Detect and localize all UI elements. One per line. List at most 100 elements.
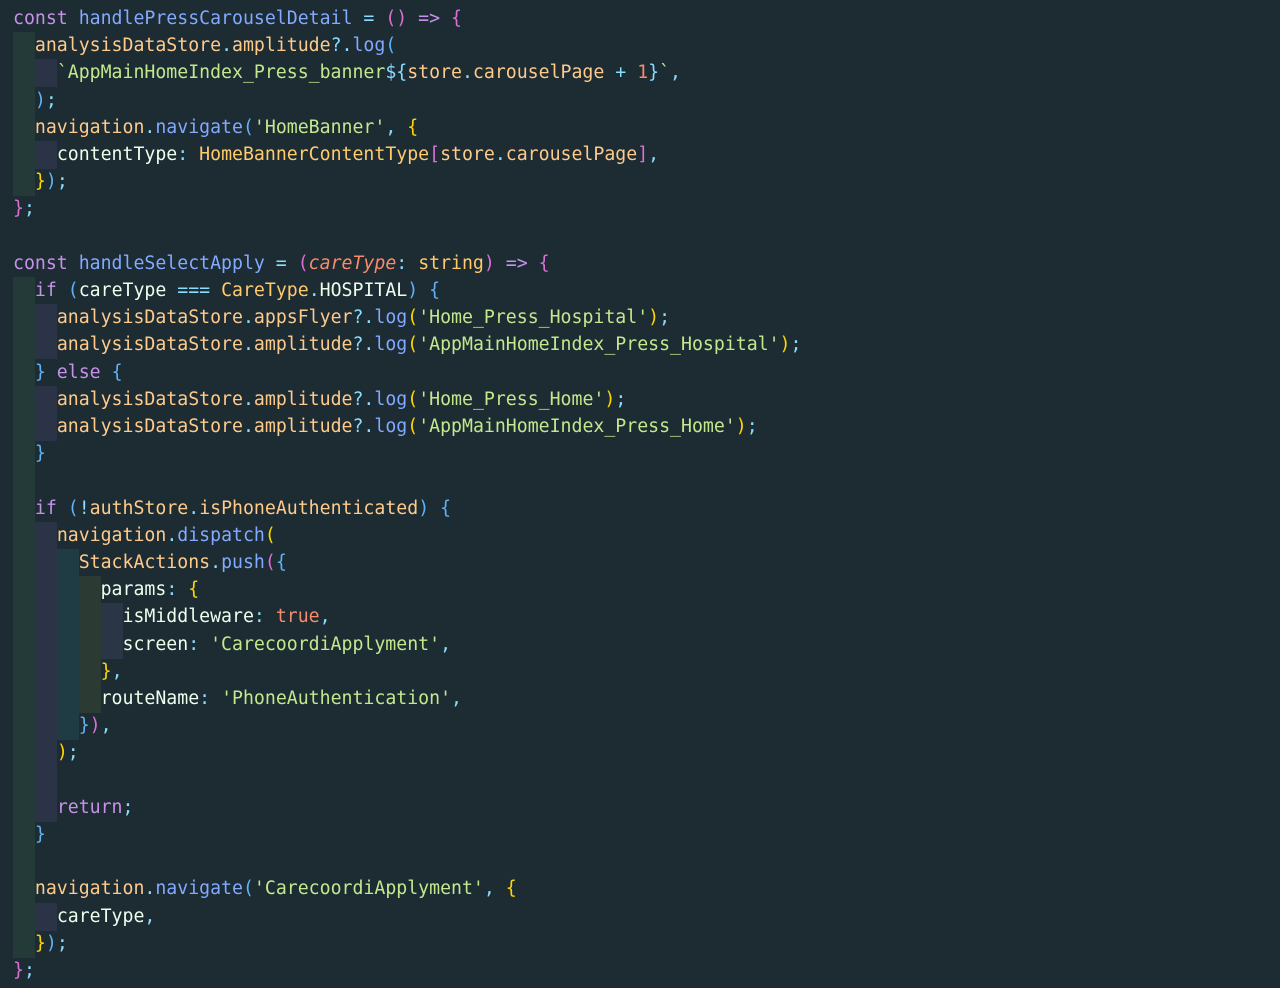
code-token: { (505, 878, 517, 900)
code-token: . (144, 116, 156, 138)
code-line[interactable]: `AppMainHomeIndex_Press_banner${store.ca… (13, 59, 681, 86)
code-line[interactable]: } (13, 440, 46, 467)
code-line[interactable]: screen: 'CarecoordiApplyment', (13, 631, 452, 658)
code-token: true (275, 606, 320, 628)
code-token: ( (407, 307, 419, 329)
code-token: , (111, 660, 123, 682)
code-token: ) (45, 932, 57, 954)
code-token: = (264, 252, 298, 274)
code-token: ( (264, 524, 276, 546)
code-token: . (188, 497, 200, 519)
code-token: : (199, 688, 222, 709)
code-line[interactable]: ); (13, 87, 57, 114)
code-line[interactable]: navigation.dispatch( (13, 522, 276, 549)
code-line[interactable]: isMiddleware: true, (13, 603, 331, 630)
code-line[interactable]: params: { (13, 576, 200, 603)
code-token: . (461, 62, 473, 84)
indent-guide (13, 467, 35, 496)
code-token: isPhoneAuthenticated (199, 497, 419, 519)
code-line[interactable]: analysisDataStore.appsFlyer?.log('Home_P… (13, 304, 670, 331)
code-token: log (374, 416, 408, 437)
code-token: log (374, 334, 408, 356)
code-line[interactable]: analysisDataStore.amplitude?.log( (13, 32, 396, 59)
code-token: : (396, 252, 419, 274)
code-token: ) (407, 280, 419, 301)
code-token: } (13, 960, 24, 981)
code-token: : (253, 606, 276, 628)
code-line[interactable]: }; (13, 957, 35, 984)
code-token: analysisDataStore (56, 334, 243, 356)
code-line[interactable]: navigation.navigate('HomeBanner', { (13, 114, 418, 141)
code-token: StackActions (78, 552, 211, 573)
code-token: , (319, 606, 331, 628)
code-token: . (242, 307, 254, 329)
code-line[interactable]: }, (13, 658, 123, 685)
code-token: ; (615, 388, 627, 410)
code-line[interactable]: const handleSelectApply = (careType: str… (13, 250, 550, 277)
code-token: = (352, 8, 386, 29)
code-token: analysisDataStore (34, 35, 222, 57)
indent-guide (13, 766, 35, 795)
code-token: navigate (155, 878, 243, 900)
code-token: ( (242, 878, 254, 900)
code-token: , (100, 715, 112, 737)
code-token: , (670, 62, 681, 84)
code-token: ?. (352, 388, 375, 410)
code-token: log (352, 35, 386, 57)
code-line[interactable]: routeName: 'PhoneAuthentication', (13, 685, 462, 712)
code-line[interactable]: if (!authStore.isPhoneAuthenticated) { (13, 495, 451, 522)
code-token: 'AppMainHomeIndex_Press_Hospital' (418, 334, 780, 356)
code-token: ; (659, 307, 671, 329)
code-token: . (242, 334, 254, 356)
code-editor[interactable]: const handlePressCarouselDetail = () => … (0, 0, 1280, 988)
code-line[interactable]: }; (13, 195, 35, 222)
code-token: store (440, 144, 495, 165)
code-line[interactable]: navigation.navigate('CarecoordiApplyment… (13, 875, 517, 902)
code-token: { (111, 361, 123, 383)
code-line[interactable]: }), (13, 712, 112, 739)
code-token: ${ (385, 62, 408, 84)
code-token: careType (308, 252, 397, 274)
code-line[interactable]: }); (13, 930, 68, 957)
code-line[interactable]: analysisDataStore.amplitude?.log('AppMai… (13, 413, 758, 440)
code-token: ) (45, 171, 57, 193)
code-line[interactable]: analysisDataStore.amplitude?.log('Home_P… (13, 386, 626, 413)
code-token: } (13, 198, 24, 220)
code-line[interactable]: if (careType === CareType.HOSPITAL) { (13, 277, 440, 304)
code-token: } (100, 660, 112, 682)
code-line[interactable]: const handlePressCarouselDetail = () => … (13, 5, 462, 32)
code-line[interactable]: } (13, 821, 46, 848)
code-token: : (188, 633, 211, 655)
code-line[interactable]: }); (13, 168, 68, 195)
code-token: ; (746, 416, 758, 437)
code-line[interactable]: StackActions.push({ (13, 549, 287, 576)
code-token: ( (242, 116, 254, 138)
code-line[interactable]: ); (13, 739, 79, 766)
code-line[interactable]: contentType: HomeBannerContentType[store… (13, 141, 659, 168)
code-token: carouselPage (505, 144, 638, 165)
code-token: ; (56, 171, 68, 193)
code-token: ( (67, 497, 79, 519)
code-line[interactable]: analysisDataStore.amplitude?.log('AppMai… (13, 331, 802, 358)
code-line[interactable]: } else { (13, 359, 123, 386)
code-token: : (166, 579, 189, 601)
code-line[interactable]: careType, (13, 903, 156, 930)
code-token: appsFlyer (253, 307, 353, 329)
code-line[interactable]: return; (13, 794, 134, 821)
code-token: analysisDataStore (56, 307, 243, 329)
code-token: { (538, 252, 550, 274)
code-token: navigate (155, 116, 243, 138)
code-token: 'PhoneAuthentication' (221, 688, 452, 709)
